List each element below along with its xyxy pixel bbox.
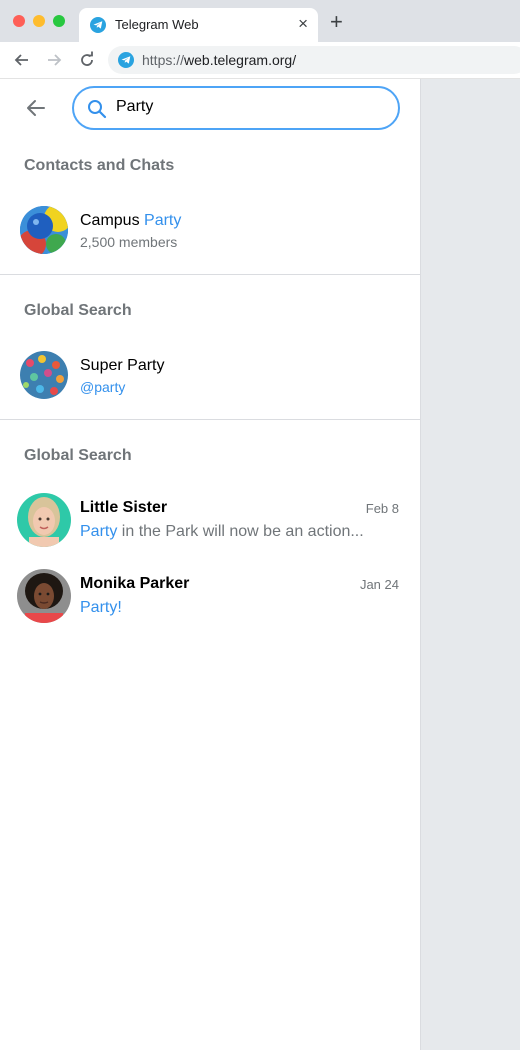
result-campus-party[interactable]: Campus Party 2,500 members	[0, 197, 420, 273]
telegram-site-icon	[118, 52, 134, 68]
browser-tab-bar: Telegram Web × +	[0, 0, 520, 42]
divider	[0, 419, 420, 420]
member-count: 2,500 members	[80, 234, 178, 250]
result-super-party[interactable]: Super Party @party	[0, 342, 420, 418]
search-sidebar: Contacts and Chats Campus Party 2,500 me…	[0, 79, 421, 1050]
result-name: Little Sister	[80, 499, 168, 516]
result-name: Campus Party	[80, 212, 181, 230]
avatar	[17, 493, 71, 547]
url-scheme: https://	[142, 52, 185, 68]
window-minimize-button[interactable]	[33, 15, 45, 27]
divider	[0, 274, 420, 275]
message-date: Jan 24	[359, 577, 399, 592]
avatar	[17, 569, 71, 623]
preview-highlight: Party	[80, 599, 118, 616]
browser-tab[interactable]: Telegram Web ×	[79, 8, 318, 42]
forward-icon[interactable]	[44, 50, 64, 70]
window-close-button[interactable]	[13, 15, 25, 27]
message-preview: Party!	[80, 599, 122, 617]
username: @party	[80, 379, 126, 395]
browser-toolbar: https://web.telegram.org/	[0, 42, 520, 79]
avatar	[20, 351, 68, 399]
result-name: Super Party	[80, 357, 165, 374]
section-title-contacts: Contacts and Chats	[24, 157, 175, 174]
search-icon	[88, 100, 107, 119]
tab-close-icon[interactable]: ×	[298, 14, 308, 34]
url-text: https://web.telegram.org/	[142, 52, 296, 68]
avatar	[20, 206, 68, 254]
window-zoom-button[interactable]	[53, 15, 65, 27]
url-host: web.telegram.org/	[184, 52, 297, 68]
message-date: Feb 8	[365, 501, 399, 516]
preview-highlight: Party	[80, 523, 118, 540]
name-text: Campus	[80, 212, 145, 229]
telegram-icon	[90, 17, 106, 33]
reload-icon[interactable]	[77, 50, 97, 70]
result-little-sister[interactable]: Little Sister Feb 8 Party in the Park wi…	[0, 487, 420, 563]
tab-title: Telegram Web	[115, 17, 199, 32]
preview-text: !	[117, 599, 122, 616]
section-title-global-2: Global Search	[24, 447, 132, 464]
chat-pane	[421, 79, 520, 1050]
message-preview: Party in the Park will now be an action.…	[80, 523, 364, 541]
result-name: Monika Parker	[80, 575, 190, 592]
address-bar[interactable]: https://web.telegram.org/	[108, 46, 520, 74]
section-title-global-1: Global Search	[24, 302, 132, 319]
result-monika-parker[interactable]: Monika Parker Jan 24 Party!	[0, 563, 420, 639]
new-tab-button[interactable]: +	[330, 11, 343, 33]
back-icon[interactable]	[12, 50, 32, 70]
back-arrow-icon[interactable]	[24, 96, 48, 120]
name-highlight: Party	[144, 212, 182, 229]
search-input[interactable]	[116, 98, 376, 116]
preview-text: in the Park will now be an action...	[117, 523, 364, 540]
search-box[interactable]	[72, 86, 400, 130]
